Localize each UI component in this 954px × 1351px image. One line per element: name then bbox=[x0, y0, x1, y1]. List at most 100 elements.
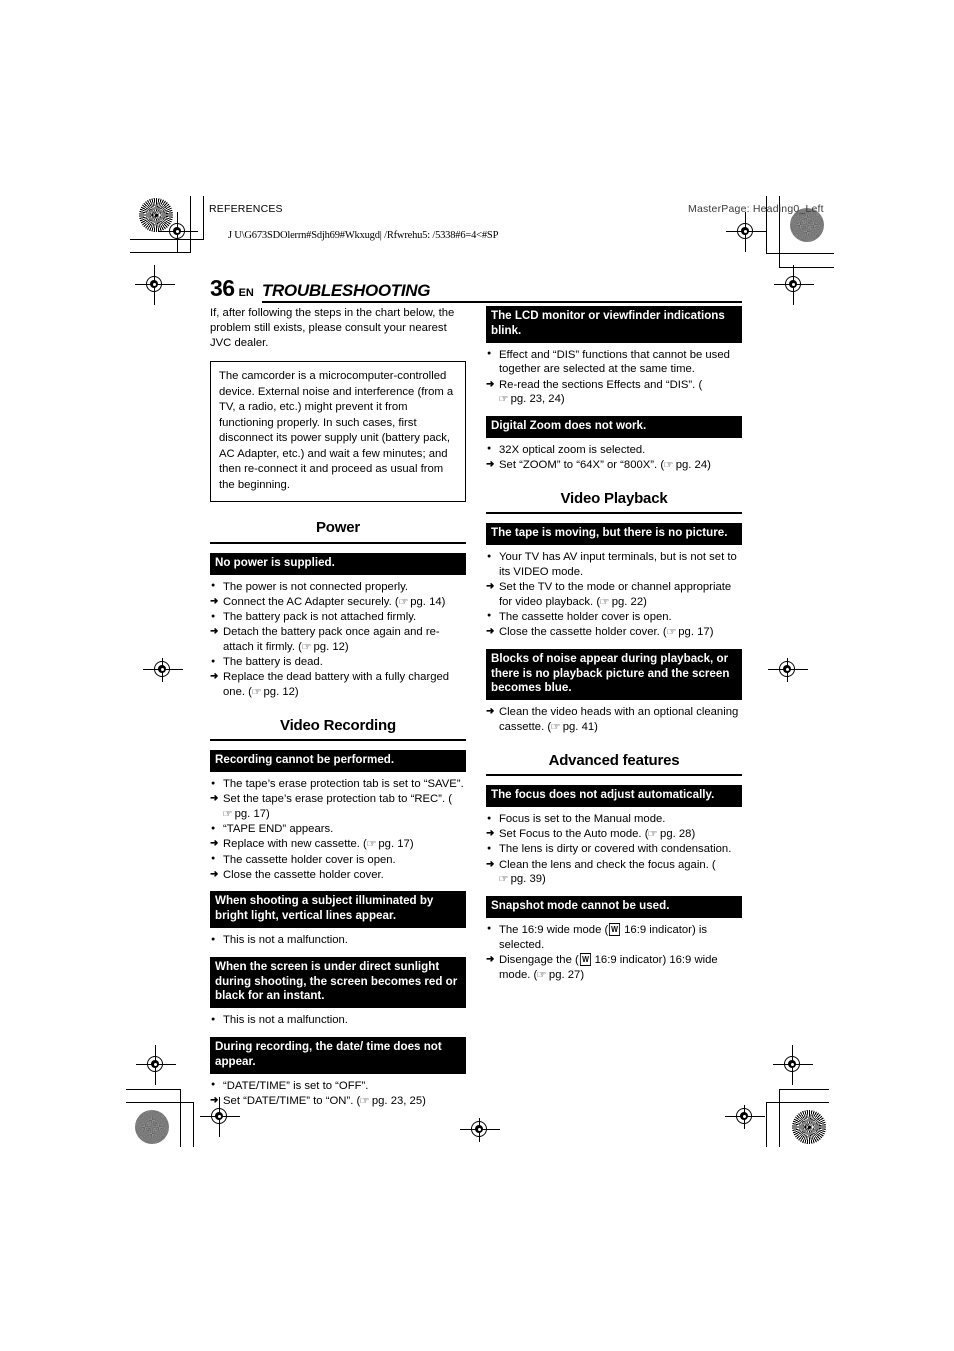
pointing-hand-icon: ☞ bbox=[663, 459, 674, 471]
solution-list: Effect and “DIS” functions that cannot b… bbox=[486, 347, 742, 407]
problem-heading: Snapshot mode cannot be used. bbox=[486, 895, 742, 918]
problem-list-right-top: The LCD monitor or viewfinder indication… bbox=[486, 306, 742, 473]
density-target-bottom-left bbox=[135, 1110, 169, 1144]
registration-mark-top-right-outer bbox=[774, 265, 814, 305]
cause-item: Effect and “DIS” functions that cannot b… bbox=[486, 347, 742, 377]
problem-heading: When shooting a subject illuminated by b… bbox=[210, 891, 466, 929]
cause-item: The lens is dirty or covered with conden… bbox=[486, 842, 742, 857]
page-reference: ☞ pg. 12 bbox=[301, 640, 345, 653]
pointing-hand-icon: ☞ bbox=[536, 969, 547, 981]
trim-line bbox=[766, 253, 834, 255]
density-target-bottom-right bbox=[792, 1110, 826, 1144]
trim-line bbox=[126, 1102, 194, 1104]
solution-item: Set Focus to the Auto mode. (☞ pg. 28) bbox=[486, 827, 742, 842]
cause-item: “DATE/TIME” is set to “OFF”. bbox=[210, 1078, 466, 1094]
pointing-hand-icon: ☞ bbox=[359, 1095, 370, 1107]
registration-mark-bottom-right-inner bbox=[725, 1097, 765, 1137]
problem-heading: During recording, the date/ time does no… bbox=[210, 1036, 466, 1074]
trim-line bbox=[766, 1102, 829, 1104]
page-title-row: 36 EN TROUBLESHOOTING bbox=[210, 275, 742, 303]
solution-item: Replace the dead battery with a fully ch… bbox=[210, 670, 466, 699]
trim-line bbox=[180, 1089, 182, 1147]
page-reference: ☞ pg. 17 bbox=[366, 838, 410, 851]
registration-mark-top-left-outer bbox=[135, 265, 175, 305]
page-reference: ☞ pg. 27 bbox=[536, 968, 581, 981]
problem-list-video-recording: Recording cannot be performed. The tape’s… bbox=[210, 750, 466, 1108]
problem-heading: The focus does not adjust automatically. bbox=[486, 785, 742, 808]
solution-list: Clean the video heads with an optional c… bbox=[486, 705, 742, 734]
problem-heading: The LCD monitor or viewfinder indication… bbox=[486, 306, 742, 343]
registration-mark-right-middle bbox=[768, 650, 808, 690]
cause-item: 32X optical zoom is selected. bbox=[486, 442, 742, 458]
solution-item: Clean the lens and check the focus again… bbox=[486, 858, 742, 887]
section-heading-video-playback: Video Playback bbox=[486, 479, 742, 515]
problem-list-video-playback: The tape is moving, but there is no pict… bbox=[486, 523, 742, 734]
cause-item: The 16:9 wide mode (W 16:9 indicator) is… bbox=[486, 922, 742, 953]
section-heading-video-recording: Video Recording bbox=[210, 706, 466, 742]
pointing-hand-icon: ☞ bbox=[222, 809, 233, 821]
page-title: TROUBLESHOOTING bbox=[261, 282, 742, 303]
problem-heading: The tape is moving, but there is no pict… bbox=[486, 523, 742, 546]
cause-item: The power is not connected properly. bbox=[210, 579, 466, 595]
cause-item: The cassette holder cover is open. bbox=[486, 609, 742, 625]
page-language-code: EN bbox=[238, 287, 254, 299]
solution-item: Detach the battery pack once again and r… bbox=[210, 625, 466, 654]
left-column: If, after following the steps in the cha… bbox=[210, 306, 466, 1112]
pointing-hand-icon: ☞ bbox=[301, 641, 311, 653]
problem-list-power: No power is supplied. The power is not co… bbox=[210, 552, 466, 700]
page-number: 36 bbox=[210, 275, 235, 301]
section-advanced-features: Advanced features The focus does not adj… bbox=[486, 741, 742, 983]
registration-mark-bottom-center bbox=[460, 1110, 500, 1150]
page-reference: ☞ pg. 23, 25 bbox=[359, 1094, 423, 1107]
solution-item: Replace with new cassette. (☞ pg. 17) bbox=[210, 837, 466, 852]
registration-mark-top-right-inner bbox=[726, 212, 766, 252]
page-reference: ☞ pg. 12 bbox=[251, 685, 295, 698]
wide-mode-indicator-icon: W bbox=[579, 952, 591, 967]
trim-line bbox=[190, 196, 192, 253]
trim-line bbox=[779, 267, 834, 269]
solution-item: Clean the video heads with an optional c… bbox=[486, 705, 742, 734]
page-reference: ☞ pg. 14 bbox=[397, 595, 442, 608]
section-video-recording: Video Recording Recording cannot be perf… bbox=[210, 706, 466, 1109]
trim-line bbox=[779, 1089, 829, 1091]
solution-list: The power is not connected properly.Conn… bbox=[210, 579, 466, 700]
page-reference: ☞ pg. 24 bbox=[663, 458, 708, 471]
cause-item: The battery is dead. bbox=[210, 655, 466, 670]
pointing-hand-icon: ☞ bbox=[550, 721, 561, 733]
header-section-label: REFERENCES bbox=[209, 203, 283, 215]
solution-item: Set the tape’s erase protection tab to “… bbox=[210, 792, 466, 821]
solution-list: The 16:9 wide mode (W 16:9 indicator) is… bbox=[486, 922, 742, 983]
problem-heading: Digital Zoom does not work. bbox=[486, 415, 742, 438]
solution-item: Disengage the (W 16:9 indicator) 16:9 wi… bbox=[486, 952, 742, 983]
solution-item: Set “ZOOM” to “64X” or “800X”. (☞ pg. 24… bbox=[486, 458, 742, 473]
registration-mark-left-middle bbox=[143, 650, 183, 690]
problem-heading: Recording cannot be performed. bbox=[210, 750, 466, 773]
solution-item: Connect the AC Adapter securely. (☞ pg. … bbox=[210, 595, 466, 610]
solution-item: Close the cassette holder cover. (☞ pg. … bbox=[486, 625, 742, 640]
registration-mark-bottom-left-outer bbox=[136, 1045, 176, 1085]
solution-list: This is not a malfunction. bbox=[210, 933, 466, 948]
cause-item: The cassette holder cover is open. bbox=[210, 852, 466, 868]
cause-item: This is not a malfunction. bbox=[210, 1013, 466, 1028]
pointing-hand-icon: ☞ bbox=[498, 394, 509, 406]
page-reference: ☞ pg. 17 bbox=[666, 626, 710, 638]
solution-list: The tape’s erase protection tab is set t… bbox=[210, 777, 466, 882]
section-video-playback: Video Playback The tape is moving, but t… bbox=[486, 479, 742, 735]
page-reference: ☞ pg. 23, 24 bbox=[498, 393, 561, 406]
cause-item: This is not a malfunction. bbox=[210, 933, 466, 948]
trim-line bbox=[193, 1102, 195, 1147]
trim-line bbox=[203, 196, 205, 240]
density-target-top-left bbox=[139, 198, 173, 232]
cause-item: The battery pack is not attached firmly. bbox=[210, 610, 466, 625]
trim-line bbox=[126, 1089, 181, 1091]
solution-item: Re-read the sections Effects and “DIS”. … bbox=[486, 378, 742, 407]
wide-mode-indicator-icon: W bbox=[609, 922, 621, 937]
solution-list: Your TV has AV input terminals, but is n… bbox=[486, 550, 742, 640]
solution-item: Set “DATE/TIME” to “ON”. (☞ pg. 23, 25) bbox=[210, 1094, 466, 1109]
page-reference: ☞ pg. 17 bbox=[222, 808, 267, 821]
problem-list-advanced-features: The focus does not adjust automatically.… bbox=[486, 785, 742, 982]
pointing-hand-icon: ☞ bbox=[599, 596, 610, 608]
cause-item: “TAPE END” appears. bbox=[210, 822, 466, 837]
solution-item: Set the TV to the mode or channel approp… bbox=[486, 580, 742, 609]
cause-item: Focus is set to the Manual mode. bbox=[486, 812, 742, 827]
